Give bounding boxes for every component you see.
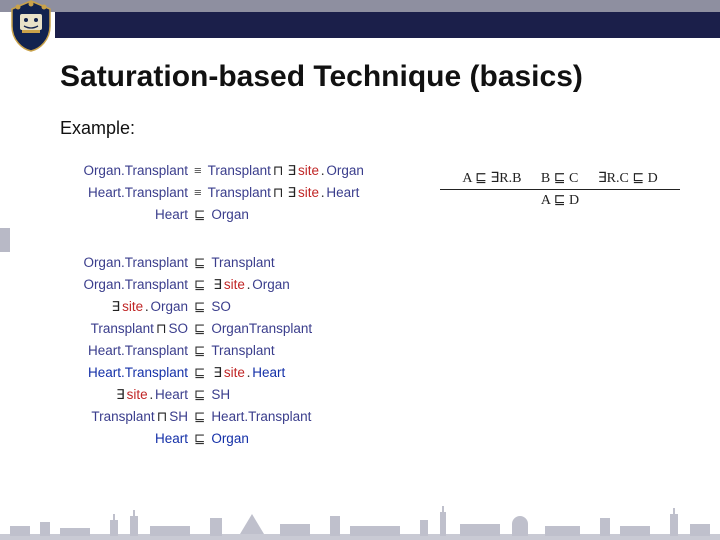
derived-axiom-row: Transplant⊓SO⊑OrganTransplant [60, 318, 410, 340]
slide-title: Saturation-based Technique (basics) [60, 60, 700, 94]
inference-rule: A ⊑ ∃R.B B ⊑ C ∃R.C ⊑ D A ⊑ D [430, 170, 690, 209]
derived-axiom-row: Heart.Transplant⊑∃site.Heart [60, 362, 410, 384]
university-crest-icon [10, 0, 52, 52]
derived-axioms-block: Organ.Transplant⊑TransplantOrgan.Transpl… [60, 252, 410, 450]
axiom-row: Heart⊑Organ [60, 204, 390, 226]
slide-subtitle: Example: [60, 118, 135, 139]
side-marker [0, 228, 10, 252]
axiom-row: Heart.Transplant≡Transplant⊓∃site.Heart [60, 182, 390, 204]
ontology-axioms-block: Organ.Transplant≡Transplant⊓∃site.OrganH… [60, 160, 390, 226]
derived-axiom-row: Organ.Transplant⊑∃site.Organ [60, 274, 410, 296]
derived-axiom-row: Heart⊑Organ [60, 428, 410, 450]
derived-axiom-row: Transplant⊓SH⊑Heart.Transplant [60, 406, 410, 428]
rule-premises: A ⊑ ∃R.B B ⊑ C ∃R.C ⊑ D [430, 170, 690, 189]
skyline-footer-icon [0, 506, 720, 540]
header-bar [55, 12, 720, 38]
header-strip [0, 0, 720, 12]
derived-axiom-row: ∃site.Heart⊑SH [60, 384, 410, 406]
derived-axiom-row: ∃site.Organ⊑SO [60, 296, 410, 318]
derived-axiom-row: Organ.Transplant⊑Transplant [60, 252, 410, 274]
slide: Saturation-based Technique (basics) Exam… [0, 0, 720, 540]
rule-conclusion: A ⊑ D [541, 193, 579, 208]
rule-premise: B ⊑ C [541, 171, 578, 186]
axiom-row: Organ.Transplant≡Transplant⊓∃site.Organ [60, 160, 390, 182]
rule-premise: ∃R.C ⊑ D [598, 171, 658, 186]
derived-axiom-row: Heart.Transplant⊑Transplant [60, 340, 410, 362]
rule-premise: A ⊑ ∃R.B [462, 171, 521, 186]
